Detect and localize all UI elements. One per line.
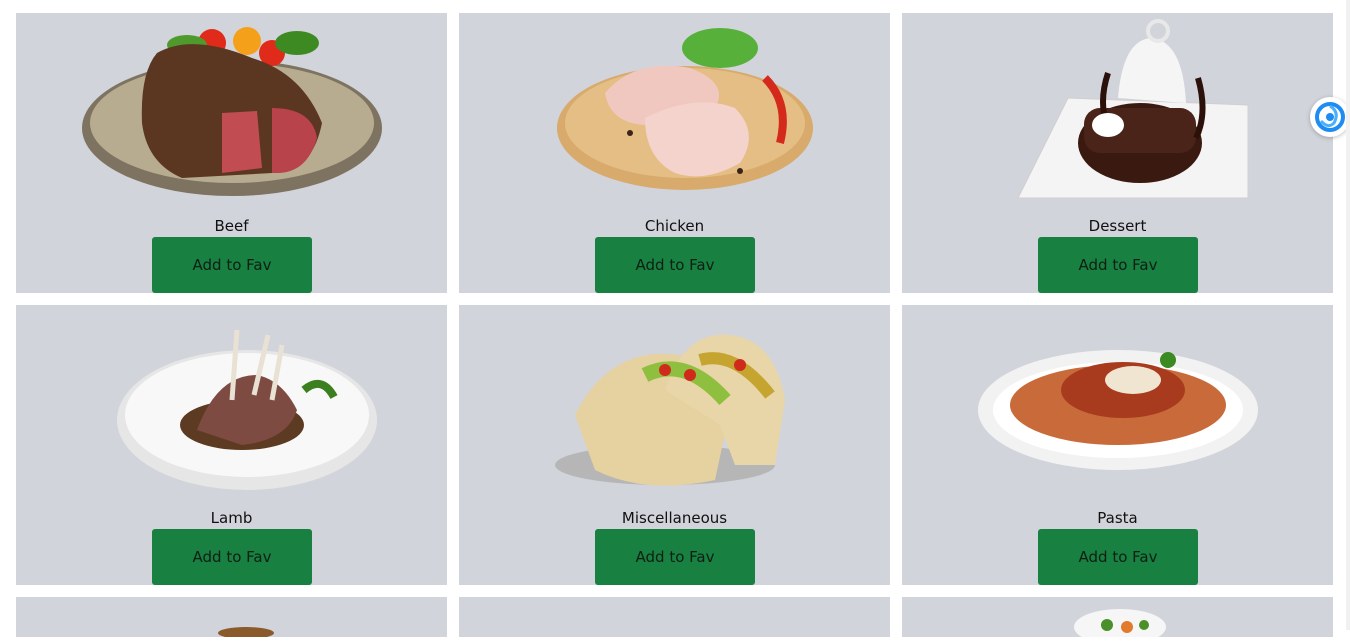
- add-to-fav-button[interactable]: Add to Fav: [595, 237, 755, 293]
- lamb-image: [16, 305, 447, 505]
- add-to-fav-button[interactable]: Add to Fav: [1038, 237, 1198, 293]
- category-grid: Beef Add to Fav Chicken Add to Fav Desse…: [16, 13, 1333, 641]
- category-card-partial: [16, 597, 447, 639]
- category-card-partial: [459, 597, 890, 637]
- miscellaneous-image: [459, 305, 890, 505]
- pasta-image: [902, 305, 1333, 505]
- dessert-image: [902, 13, 1333, 213]
- add-to-fav-button[interactable]: Add to Fav: [152, 237, 312, 293]
- category-card-chicken: Chicken Add to Fav: [459, 13, 890, 293]
- category-name: Dessert: [1088, 217, 1147, 235]
- category-name: Chicken: [644, 217, 705, 235]
- category-name: Beef: [214, 217, 249, 235]
- category-card-dessert: Dessert Add to Fav: [902, 13, 1333, 293]
- category-card-lamb: Lamb Add to Fav: [16, 305, 447, 585]
- category-card-beef: Beef Add to Fav: [16, 13, 447, 293]
- category-name: Miscellaneous: [621, 509, 728, 527]
- category-name: Lamb: [210, 509, 253, 527]
- swirl-extension-icon[interactable]: [1310, 97, 1350, 137]
- add-to-fav-button[interactable]: Add to Fav: [1038, 529, 1198, 585]
- add-to-fav-button[interactable]: Add to Fav: [595, 529, 755, 585]
- category-name: Pasta: [1097, 509, 1138, 527]
- chicken-image: [459, 13, 890, 213]
- category-card-pasta: Pasta Add to Fav: [902, 305, 1333, 585]
- category-card-partial: [902, 597, 1333, 641]
- scrollbar[interactable]: [1346, 0, 1350, 630]
- category-card-miscellaneous: Miscellaneous Add to Fav: [459, 305, 890, 585]
- beef-image: [16, 13, 447, 213]
- add-to-fav-button[interactable]: Add to Fav: [152, 529, 312, 585]
